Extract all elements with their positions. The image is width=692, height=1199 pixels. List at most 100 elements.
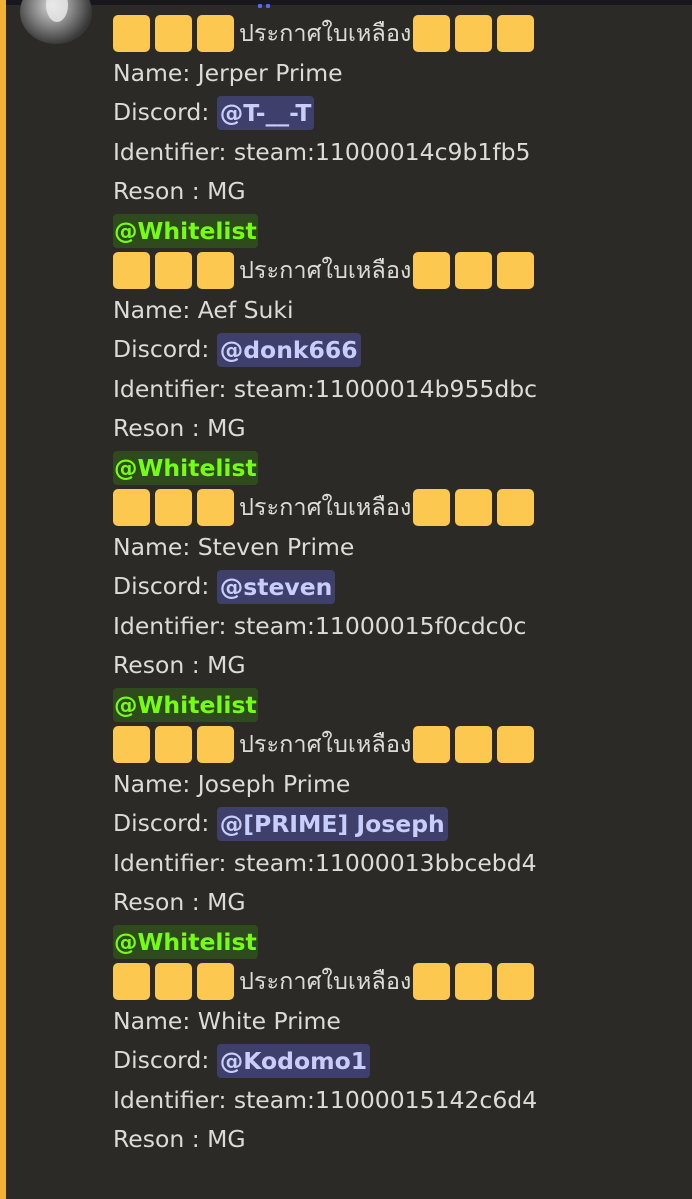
reason-label: Reson : xyxy=(113,414,208,442)
yellow-square-emoji-icon xyxy=(497,726,535,764)
discord-label: Discord: xyxy=(113,572,217,600)
announcement-title: ประกาศใบเหลือง xyxy=(113,725,683,765)
top-strip xyxy=(0,0,692,5)
name-value: Jerper Prime xyxy=(197,58,343,87)
discord-label: Discord: xyxy=(113,809,217,837)
yellow-square-emoji-icon xyxy=(113,489,150,527)
reason-value: MG xyxy=(207,888,246,916)
role-line: @Whitelist xyxy=(113,923,683,963)
announcement-entry: ประกาศใบเหลือง Name: Aef Suki Discord: @do… xyxy=(113,251,683,488)
identifier-label: Identifier: xyxy=(113,611,234,640)
role-mention-whitelist[interactable]: @Whitelist xyxy=(113,214,258,249)
name-label: Name: xyxy=(113,532,198,561)
role-mention-whitelist[interactable]: @Whitelist xyxy=(113,688,258,723)
highlight-accent-bar xyxy=(0,0,6,1199)
reason-label: Reson : xyxy=(113,651,208,679)
name-value: Steven Prime xyxy=(197,532,355,561)
user-mention[interactable]: @T-__-T xyxy=(216,95,315,130)
reason-value: MG xyxy=(207,177,246,205)
identifier-value: steam:11000015142c6d4 xyxy=(233,1085,538,1114)
yellow-square-emoji-icon xyxy=(455,15,493,53)
yellow-square-emoji-icon xyxy=(413,963,451,1001)
announcement-title-text: ประกาศใบเหลือง xyxy=(239,967,412,995)
yellow-square-emoji-icon xyxy=(155,15,192,53)
role-line: @Whitelist xyxy=(113,212,683,252)
reason-value: MG xyxy=(207,651,246,679)
yellow-square-emoji-icon xyxy=(113,15,150,53)
discord-line: Discord: @T-__-T xyxy=(113,93,683,133)
identifier-label: Identifier: xyxy=(113,137,234,166)
name-line: Name: Steven Prime xyxy=(113,528,683,568)
announcement-entry: ประกาศใบเหลือง Name: Joseph Prime Discord:… xyxy=(113,725,683,962)
announcement-title-text: ประกาศใบเหลือง xyxy=(239,19,412,47)
reason-value: MG xyxy=(207,1125,246,1153)
identifier-value: steam:11000014c9b1fb5 xyxy=(233,137,531,166)
name-line: Name: White Prime xyxy=(113,1002,683,1042)
user-mention[interactable]: @donk666 xyxy=(216,332,361,367)
reason-line: Reson : MG xyxy=(113,409,683,449)
reason-label: Reson : xyxy=(113,888,208,916)
yellow-square-emoji-icon xyxy=(155,252,192,290)
name-value: Joseph Prime xyxy=(197,769,351,798)
identifier-label: Identifier: xyxy=(113,848,234,877)
announcement-title-text: ประกาศใบเหลือง xyxy=(239,493,412,521)
identifier-label: Identifier: xyxy=(113,1085,234,1114)
message-content: ประกาศใบเหลือง Name: Jerper Prime Discord:… xyxy=(113,14,683,1160)
name-line: Name: Joseph Prime xyxy=(113,765,683,805)
mention-fragment xyxy=(258,4,272,8)
identifier-line: Identifier: steam:11000013bbcebd4 xyxy=(113,844,683,884)
user-mention[interactable]: @[PRIME] Joseph xyxy=(216,806,448,841)
yellow-square-emoji-icon xyxy=(497,252,535,290)
reason-line: Reson : MG xyxy=(113,172,683,212)
yellow-square-emoji-icon xyxy=(455,252,493,290)
yellow-square-emoji-icon xyxy=(413,489,451,527)
yellow-square-emoji-icon xyxy=(197,489,234,527)
reason-value: MG xyxy=(207,414,246,442)
discord-label: Discord: xyxy=(113,335,217,363)
discord-line: Discord: @[PRIME] Joseph xyxy=(113,804,683,844)
yellow-square-emoji-icon xyxy=(455,963,493,1001)
identifier-value: steam:11000015f0cdc0c xyxy=(233,611,527,640)
identifier-line: Identifier: steam:11000015f0cdc0c xyxy=(113,607,683,647)
avatar-image xyxy=(46,0,68,22)
yellow-square-emoji-icon xyxy=(197,963,234,1001)
announcement-title: ประกาศใบเหลือง xyxy=(113,962,683,1002)
identifier-line: Identifier: steam:11000014b955dbc xyxy=(113,370,683,410)
discord-line: Discord: @donk666 xyxy=(113,330,683,370)
role-mention-whitelist[interactable]: @Whitelist xyxy=(113,925,258,960)
discord-line: Discord: @steven xyxy=(113,567,683,607)
user-mention[interactable]: @steven xyxy=(216,569,336,604)
yellow-square-emoji-icon xyxy=(413,15,451,53)
identifier-value: steam:11000014b955dbc xyxy=(233,374,538,403)
role-mention-whitelist[interactable]: @Whitelist xyxy=(113,451,258,486)
yellow-square-emoji-icon xyxy=(455,489,493,527)
name-value: White Prime xyxy=(197,1006,341,1035)
yellow-square-emoji-icon xyxy=(497,489,535,527)
name-label: Name: xyxy=(113,769,198,798)
yellow-square-emoji-icon xyxy=(413,726,451,764)
yellow-square-emoji-icon xyxy=(155,726,192,764)
user-mention[interactable]: @Kodomo1 xyxy=(216,1043,371,1078)
yellow-square-emoji-icon xyxy=(455,726,493,764)
yellow-square-emoji-icon xyxy=(413,252,451,290)
reason-line: Reson : MG xyxy=(113,646,683,686)
announcement-title: ประกาศใบเหลือง xyxy=(113,14,683,54)
yellow-square-emoji-icon xyxy=(197,726,234,764)
name-label: Name: xyxy=(113,295,198,324)
user-avatar[interactable] xyxy=(20,0,92,44)
reason-line: Reson : MG xyxy=(113,883,683,923)
announcement-title: ประกาศใบเหลือง xyxy=(113,488,683,528)
discord-line: Discord: @Kodomo1 xyxy=(113,1041,683,1081)
discord-label: Discord: xyxy=(113,1046,217,1074)
announcement-entry: ประกาศใบเหลือง Name: Steven Prime Discord:… xyxy=(113,488,683,725)
yellow-square-emoji-icon xyxy=(113,252,150,290)
identifier-line: Identifier: steam:11000015142c6d4 xyxy=(113,1081,683,1121)
announcement-entry: ประกาศใบเหลือง Name: Jerper Prime Discord:… xyxy=(113,14,683,251)
yellow-square-emoji-icon xyxy=(155,489,192,527)
announcement-title: ประกาศใบเหลือง xyxy=(113,251,683,291)
announcement-entry: ประกาศใบเหลือง Name: White Prime Discord: … xyxy=(113,962,683,1160)
yellow-square-emoji-icon xyxy=(497,15,535,53)
name-line: Name: Jerper Prime xyxy=(113,54,683,94)
yellow-square-emoji-icon xyxy=(197,252,234,290)
reason-line: Reson : MG xyxy=(113,1120,683,1160)
